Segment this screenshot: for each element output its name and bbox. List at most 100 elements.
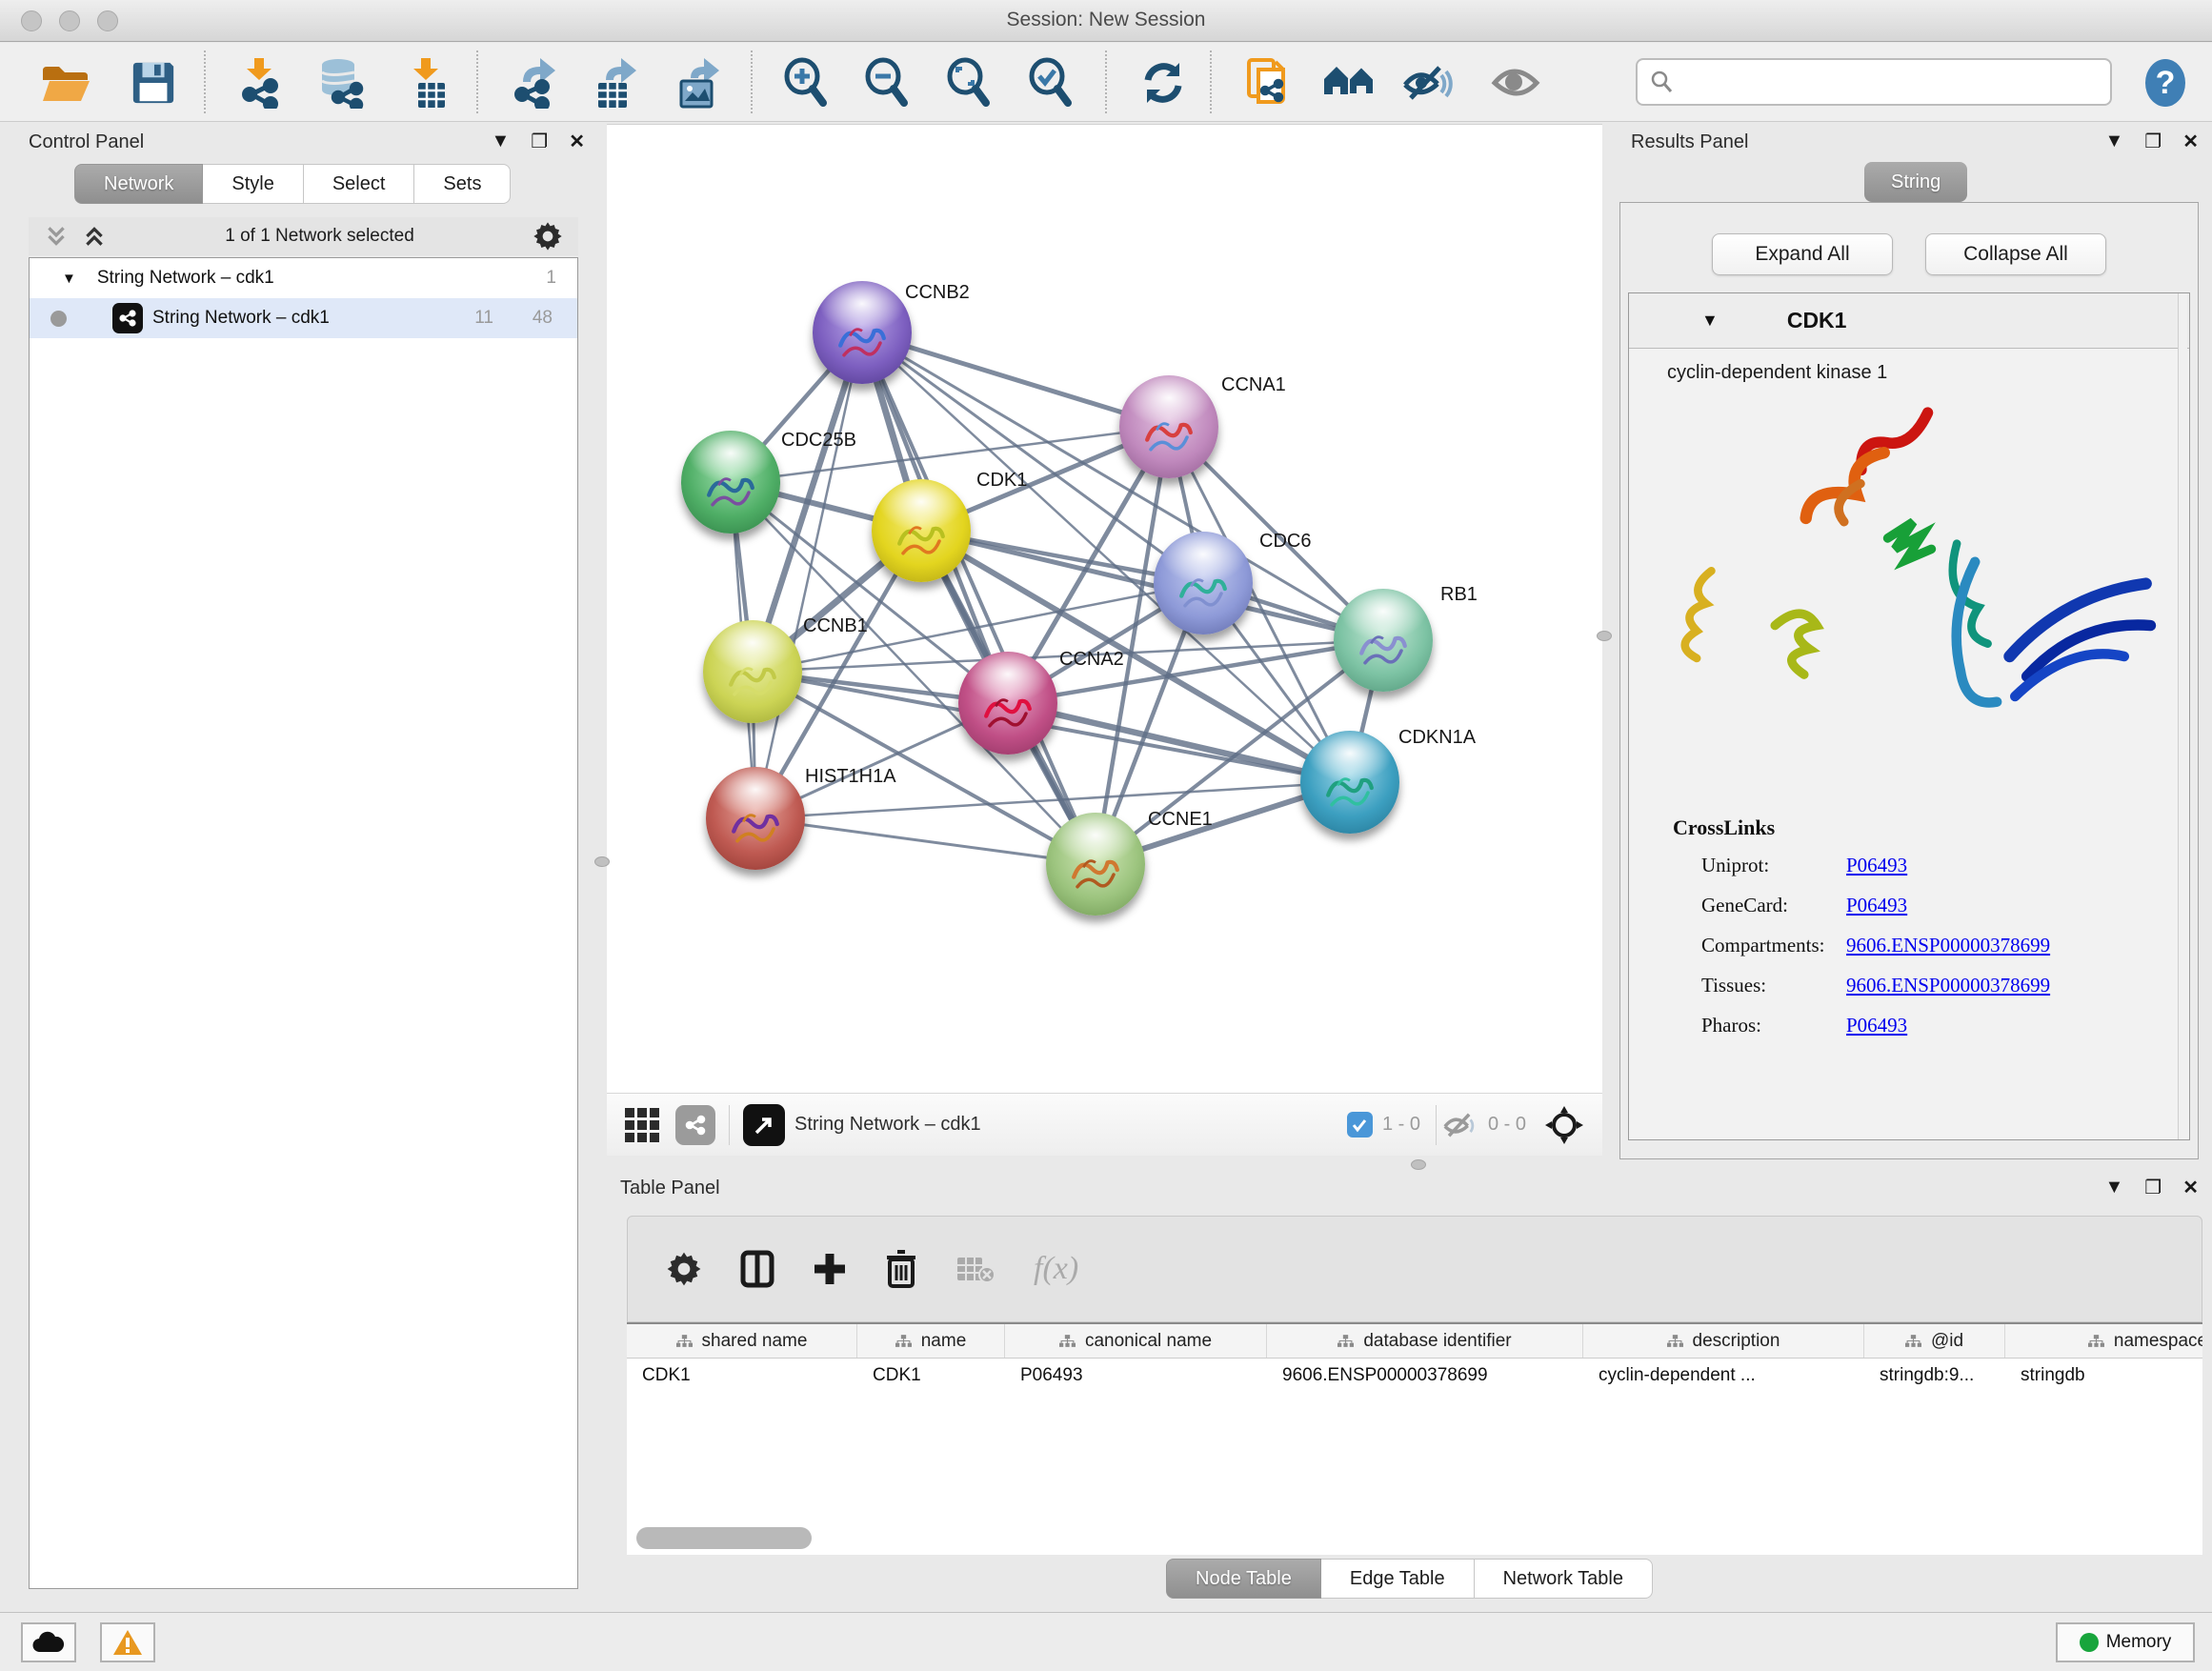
control-panel-float-icon[interactable]: ▼: [492, 131, 511, 152]
main-toolbar: ?: [0, 43, 2212, 122]
tab-select[interactable]: Select: [304, 164, 415, 204]
results-scrollbar[interactable]: [2178, 293, 2187, 1139]
table-splitter-handle[interactable]: [1411, 1159, 1426, 1170]
control-splitter-handle[interactable]: [594, 856, 610, 867]
control-panel-maximize-icon[interactable]: ❐: [531, 130, 548, 153]
show-all-button[interactable]: [1488, 54, 1543, 111]
collapse-all-chevron-icon[interactable]: [44, 224, 69, 249]
table-horizontal-scrollbar[interactable]: [636, 1527, 812, 1549]
network-node-cdc25b[interactable]: [681, 431, 780, 534]
import-table-button[interactable]: [400, 54, 455, 111]
results-panel-close-icon[interactable]: ✕: [2182, 130, 2199, 153]
zoom-fit-button[interactable]: [941, 54, 996, 111]
quick-search[interactable]: [1636, 58, 2112, 106]
memory-button[interactable]: Memory: [2056, 1622, 2195, 1662]
open-session-button[interactable]: [38, 54, 93, 111]
results-panel-float-icon[interactable]: ▼: [2105, 131, 2124, 152]
control-panel-close-icon[interactable]: ✕: [569, 130, 585, 153]
tab-edge-table[interactable]: Edge Table: [1321, 1559, 1475, 1599]
selected-checkbox-icon[interactable]: [1347, 1112, 1373, 1137]
network-options-gear-icon[interactable]: [533, 221, 563, 252]
protein-ribbon-thumb-icon: [1314, 752, 1386, 824]
network-node-cdk1[interactable]: [872, 479, 971, 582]
expand-all-button[interactable]: Expand All: [1712, 233, 1893, 275]
column-header-description[interactable]: description: [1583, 1324, 1864, 1358]
network-node-ccne1[interactable]: [1046, 813, 1145, 916]
export-image-button[interactable]: [671, 54, 726, 111]
column-header--id[interactable]: @id: [1864, 1324, 2005, 1358]
save-session-button[interactable]: [126, 54, 181, 111]
import-network-button[interactable]: [232, 54, 288, 111]
crosslink-value-link[interactable]: P06493: [1846, 1014, 1907, 1037]
string-view-toggle-icon[interactable]: [675, 1105, 715, 1145]
hide-selected-button[interactable]: [1399, 54, 1455, 111]
quick-search-input[interactable]: [1674, 71, 2093, 93]
table-row[interactable]: CDK1CDK1P064939606.ENSP00000378699cyclin…: [627, 1359, 2202, 1393]
title-bar[interactable]: Session: New Session: [0, 0, 2212, 42]
network-edge-ccna2-cdkn1a[interactable]: [1008, 703, 1350, 782]
network-node-hist1h1a[interactable]: [706, 767, 805, 870]
network-row-selected[interactable]: String Network – cdk1 11 48: [30, 298, 577, 338]
tab-node-table[interactable]: Node Table: [1166, 1559, 1321, 1599]
network-node-ccnb2[interactable]: [813, 281, 912, 384]
column-header-database-identifier[interactable]: database identifier: [1267, 1324, 1583, 1358]
delete-column-icon[interactable]: [885, 1250, 917, 1288]
tab-sets[interactable]: Sets: [414, 164, 511, 204]
network-node-cdc6[interactable]: [1154, 532, 1253, 634]
first-neighbors-button[interactable]: [1321, 54, 1377, 111]
column-header-name[interactable]: name: [857, 1324, 1005, 1358]
column-header-shared-name[interactable]: shared name: [627, 1324, 857, 1358]
help-button[interactable]: ?: [2138, 54, 2193, 111]
network-node-cdkn1a[interactable]: [1300, 731, 1399, 834]
open-in-window-icon[interactable]: [743, 1104, 785, 1146]
column-header-namespace[interactable]: namespace: [2005, 1324, 2202, 1358]
column-header-canonical-name[interactable]: canonical name: [1005, 1324, 1267, 1358]
zoom-out-button[interactable]: [859, 54, 915, 111]
section-expand-arrow-icon[interactable]: ▼: [1701, 311, 1719, 331]
import-network-from-database-button[interactable]: [313, 54, 369, 111]
crosslink-value-link[interactable]: 9606.ENSP00000378699: [1846, 934, 2050, 957]
warning-triangle-icon: [112, 1629, 143, 1656]
network-from-selection-button[interactable]: [1240, 54, 1296, 111]
add-column-icon[interactable]: [813, 1252, 847, 1286]
network-canvas[interactable]: CCNB2CCNA1CDC25BCDK1CDC6RB1CCNB1CCNA2CDK…: [607, 128, 1602, 1093]
network-node-ccna1[interactable]: [1119, 375, 1218, 478]
crosslink-value-link[interactable]: 9606.ENSP00000378699: [1846, 974, 2050, 997]
network-edge-ccnb2-ccne1[interactable]: [862, 332, 1096, 864]
expand-all-chevron-icon[interactable]: [82, 224, 107, 249]
results-splitter-handle[interactable]: [1597, 631, 1612, 641]
show-columns-icon[interactable]: [740, 1250, 774, 1288]
tab-style[interactable]: Style: [203, 164, 303, 204]
table-panel-maximize-icon[interactable]: ❐: [2144, 1176, 2162, 1199]
collection-expand-arrow-icon[interactable]: ▼: [62, 271, 76, 287]
zoom-selected-button[interactable]: [1023, 54, 1078, 111]
network-edge-ccne1-hist1h1a[interactable]: [755, 818, 1096, 864]
export-network-button[interactable]: [507, 54, 562, 111]
refresh-layout-button[interactable]: [1136, 54, 1191, 111]
tab-network-table[interactable]: Network Table: [1475, 1559, 1653, 1599]
collapse-all-button[interactable]: Collapse All: [1925, 233, 2106, 275]
warnings-button[interactable]: [100, 1622, 155, 1662]
zoom-in-button[interactable]: [778, 54, 834, 111]
cloud-status-button[interactable]: [21, 1622, 76, 1662]
export-table-button[interactable]: [588, 54, 643, 111]
crosslink-value-link[interactable]: P06493: [1846, 854, 1907, 877]
results-panel-maximize-icon[interactable]: ❐: [2144, 130, 2162, 153]
crosslink-value-link[interactable]: P06493: [1846, 894, 1907, 917]
network-collection-row[interactable]: ▼ String Network – cdk1 1: [30, 258, 577, 298]
node-result-header[interactable]: ▼ CDK1: [1629, 293, 2189, 349]
network-node-ccna2[interactable]: [958, 652, 1057, 755]
network-node-rb1[interactable]: [1334, 589, 1433, 692]
table-panel-float-icon[interactable]: ▼: [2105, 1177, 2124, 1198]
tab-string[interactable]: String: [1864, 162, 1967, 202]
fit-crosshair-icon[interactable]: [1543, 1104, 1585, 1146]
network-node-ccnb1[interactable]: [703, 620, 802, 723]
tab-network[interactable]: Network: [74, 164, 203, 204]
crosslink-label: GeneCard:: [1673, 894, 1846, 917]
table-options-gear-icon[interactable]: [666, 1251, 702, 1287]
table-cell: 9606.ENSP00000378699: [1267, 1359, 1583, 1393]
grid-view-icon[interactable]: [622, 1105, 662, 1145]
column-type-icon: [1059, 1335, 1076, 1347]
table-panel-close-icon[interactable]: ✕: [2182, 1176, 2199, 1199]
table-cell: P06493: [1005, 1359, 1267, 1393]
